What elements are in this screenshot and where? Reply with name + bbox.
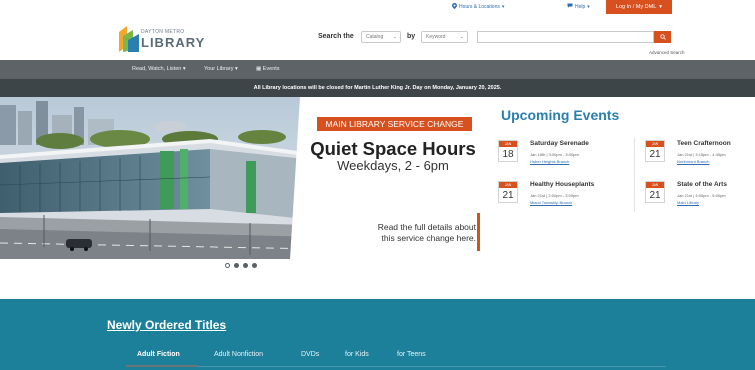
tab-for-teens[interactable]: for Teens — [397, 351, 426, 358]
promo-banner: MAIN LIBRARY SERVICE CHANGE — [317, 117, 472, 131]
chevron-down-icon: ⌄ — [392, 34, 397, 40]
hours-locations-label: Hours & Locations — [459, 4, 500, 10]
newly-ordered-heading[interactable]: Newly Ordered Titles — [107, 318, 226, 332]
event-day: 21 — [649, 149, 661, 160]
event-item[interactable]: JAN 21 State of the Arts Jan 21st | 4:00… — [645, 181, 755, 217]
tabs-divider — [126, 366, 666, 367]
closure-alert: All Library locations will be closed for… — [0, 79, 755, 97]
event-name[interactable]: Healthy Houseplants — [530, 181, 594, 188]
active-tab-indicator — [126, 365, 198, 367]
main-nav: Read, Watch, Listen ▾ Your Library ▾ ▦ E… — [0, 60, 755, 79]
event-day: 21 — [502, 190, 514, 201]
event-name[interactable]: State of the Arts — [677, 181, 727, 188]
promo-title: Quiet Space Hours — [310, 138, 476, 159]
utility-bar: Hours & Locations ▾ Help ▾ Log In / My D… — [0, 0, 755, 14]
logo-mark-icon — [119, 26, 139, 52]
carousel-dot[interactable] — [234, 263, 239, 268]
logo-big-text: LIBRARY — [141, 35, 206, 50]
help-label: Help — [575, 3, 586, 10]
chevron-down-icon: ▾ — [501, 4, 505, 10]
event-day: 21 — [649, 190, 661, 201]
event-time: Jan 21st | 4:00pm - 5:00pm — [677, 193, 726, 198]
calendar-date-badge: JAN 21 — [645, 181, 665, 203]
keyword-select-value: Keyword — [426, 34, 446, 40]
upcoming-events-title[interactable]: Upcoming Events — [501, 107, 619, 123]
nav-item-label: Your Library — [204, 66, 234, 72]
calendar-date-badge: JAN 21 — [645, 140, 665, 162]
chat-icon — [567, 3, 573, 10]
nav-item-your-library[interactable]: Your Library ▾ — [204, 66, 238, 72]
help-link[interactable]: Help ▾ — [567, 3, 590, 10]
events-column-divider — [634, 138, 635, 212]
search-icon — [659, 34, 666, 40]
promo-note-line: Read the full details about — [377, 222, 476, 232]
advanced-search-link[interactable]: Advanced Search — [649, 50, 685, 55]
login-label: Log In / My DML — [615, 4, 657, 10]
calendar-date-badge: JAN 21 — [498, 181, 518, 203]
event-name[interactable]: Teen Crafternoon — [677, 140, 731, 147]
map-pin-icon — [452, 3, 457, 11]
nav-item-read-watch-listen[interactable]: Read, Watch, Listen ▾ — [132, 66, 186, 72]
carousel-dot[interactable] — [252, 263, 257, 268]
calendar-icon: ▦ — [256, 66, 262, 72]
catalog-select[interactable]: Catalog ⌄ — [361, 31, 401, 43]
event-location-link[interactable]: Miami Township Branch — [530, 200, 572, 205]
event-day: 18 — [502, 149, 514, 160]
closure-alert-text: All Library locations will be closed for… — [253, 85, 502, 91]
chevron-down-icon: ⌄ — [459, 34, 464, 40]
carousel-dots — [225, 263, 257, 268]
library-logo[interactable]: DAYTON METRO LIBRARY — [119, 26, 204, 52]
search-input[interactable] — [477, 31, 654, 43]
event-location-link[interactable]: Northmont Branch — [677, 159, 709, 164]
nav-item-events[interactable]: ▦ Events — [256, 66, 280, 72]
hero-promo[interactable]: MAIN LIBRARY SERVICE CHANGE Quiet Space … — [300, 97, 486, 259]
promo-accent-bar — [477, 213, 480, 251]
promo-note[interactable]: Read the full details about this service… — [340, 222, 476, 244]
carousel-dot[interactable] — [243, 263, 248, 268]
tab-adult-nonfiction[interactable]: Adult Nonfiction — [214, 351, 263, 358]
event-item[interactable]: JAN 18 Saturday Serenade Jan 18th | 3:00… — [498, 140, 628, 176]
hero-library-photo[interactable] — [0, 97, 320, 259]
site-header: DAYTON METRO LIBRARY Search the Catalog … — [0, 14, 755, 60]
page: Hours & Locations ▾ Help ▾ Log In / My D… — [0, 0, 755, 370]
nav-item-label: Read, Watch, Listen — [132, 66, 182, 72]
tab-adult-fiction[interactable]: Adult Fiction — [137, 351, 180, 358]
carousel-dot[interactable] — [225, 263, 230, 268]
chevron-down-icon: ▾ — [587, 3, 590, 10]
calendar-date-badge: JAN 18 — [498, 140, 518, 162]
by-label: by — [407, 33, 416, 40]
event-time: Jan 18th | 3:00pm - 5:00pm — [530, 152, 579, 157]
hours-locations-link[interactable]: Hours & Locations ▾ — [452, 3, 504, 11]
event-location-link[interactable]: Main Library — [677, 200, 699, 205]
chevron-down-icon: ▾ — [182, 66, 186, 72]
nav-item-label: Events — [262, 66, 280, 72]
search-button[interactable] — [654, 31, 671, 43]
event-time: Jan 21st | 2:00pm - 3:00pm — [530, 193, 579, 198]
event-time: Jan 21st | 3:15pm - 4:45pm — [677, 152, 726, 157]
chevron-down-icon: ▾ — [234, 66, 238, 72]
search-label: Search the — [318, 33, 354, 40]
newly-ordered-section: Newly Ordered Titles Adult Fiction Adult… — [0, 299, 755, 370]
promo-subtitle: Weekdays, 2 - 6pm — [337, 158, 449, 173]
tab-for-kids[interactable]: for Kids — [345, 351, 369, 358]
chevron-down-icon: ▾ — [659, 4, 663, 10]
event-name[interactable]: Saturday Serenade — [530, 140, 589, 147]
event-item[interactable]: JAN 21 Healthy Houseplants Jan 21st | 2:… — [498, 181, 628, 217]
keyword-select[interactable]: Keyword ⌄ — [421, 31, 468, 43]
catalog-select-value: Catalog — [366, 34, 384, 40]
promo-note-line: this service change here. — [381, 233, 477, 243]
event-item[interactable]: JAN 21 Teen Crafternoon Jan 21st | 3:15p… — [645, 140, 755, 176]
tab-dvds[interactable]: DVDs — [301, 351, 319, 358]
login-button[interactable]: Log In / My DML ▾ — [606, 0, 672, 14]
event-location-link[interactable]: Huber Heights Branch — [530, 159, 569, 164]
